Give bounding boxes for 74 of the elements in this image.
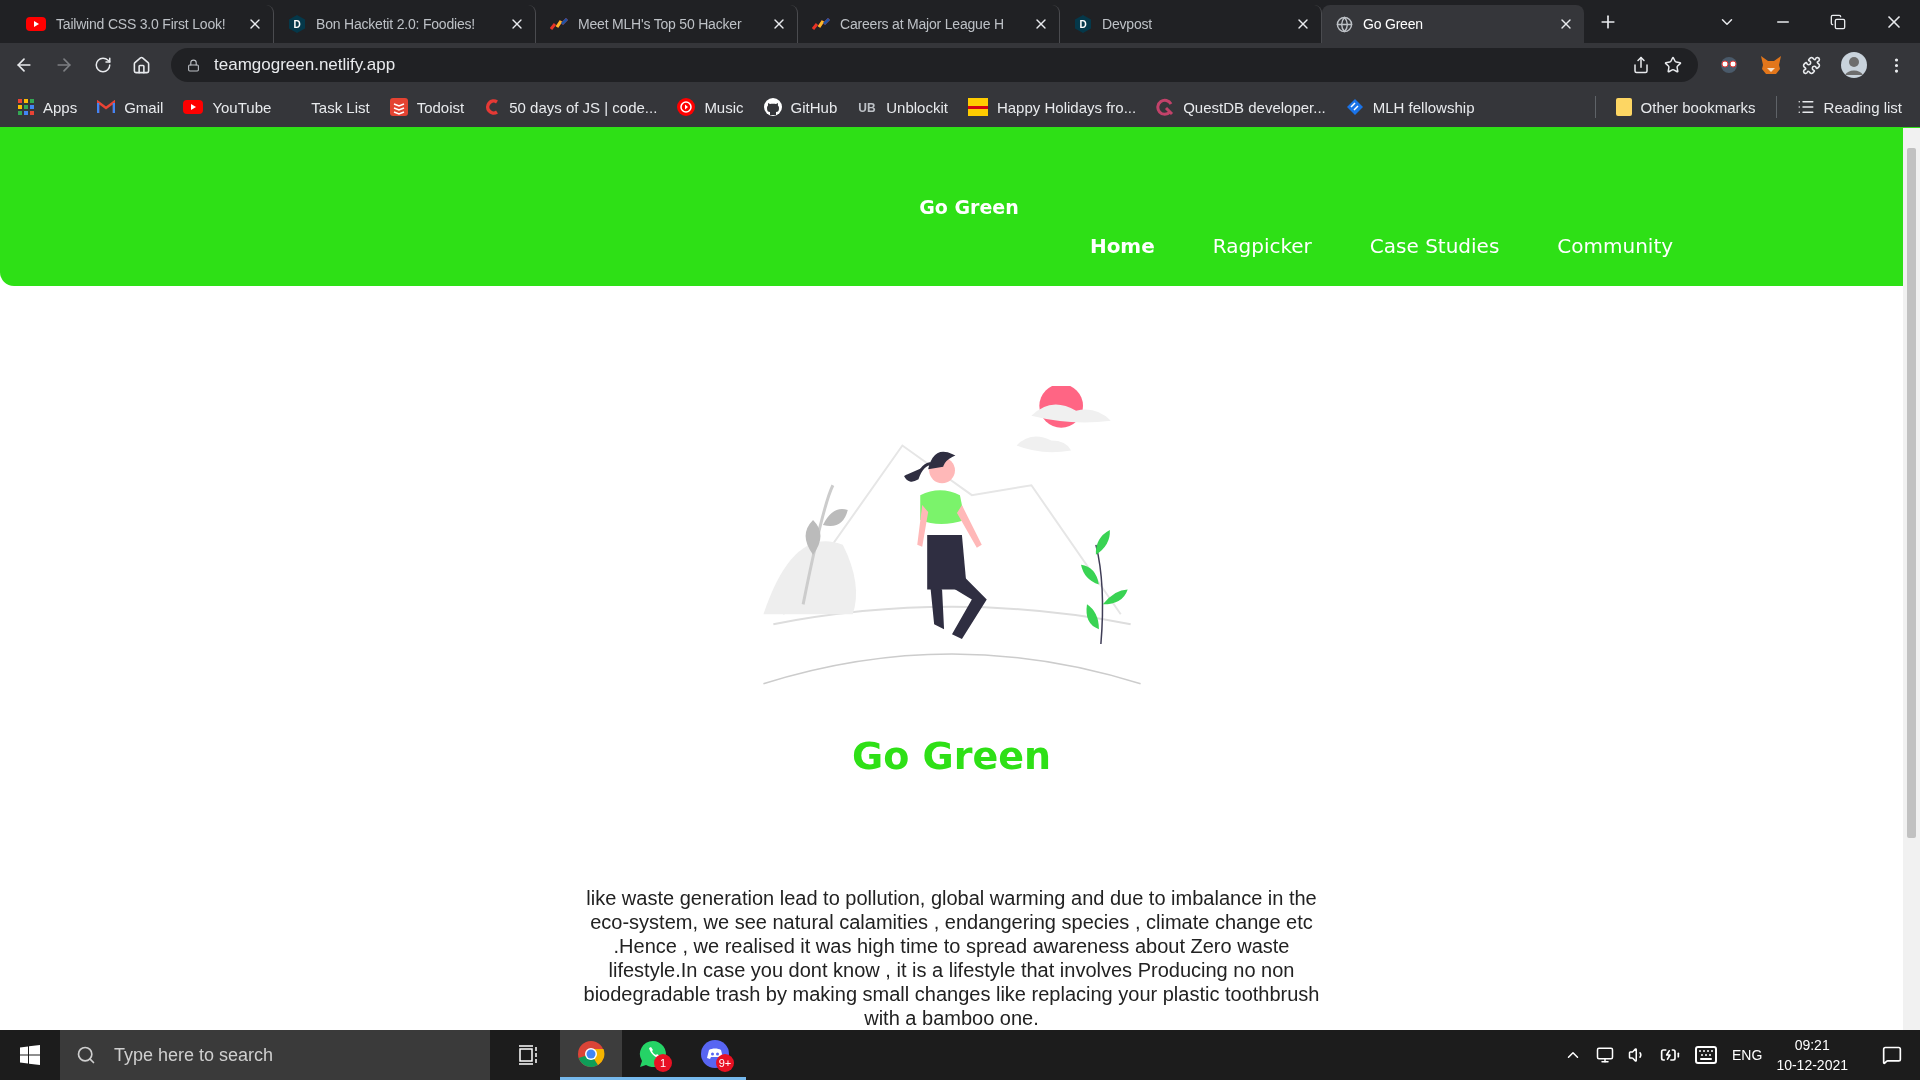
site-brand: Go Green <box>919 196 1019 218</box>
c-shape-icon <box>484 98 501 116</box>
bookmark-link[interactable]: Gmail <box>97 98 164 116</box>
goggles-icon[interactable] <box>1718 56 1740 74</box>
other-bookmarks-link[interactable]: Other bookmarks <box>1615 98 1756 116</box>
grid-icon <box>18 99 34 115</box>
notifications-icon[interactable] <box>1882 1045 1902 1065</box>
taskbar-app[interactable]: 9+ <box>684 1030 746 1080</box>
avatar-icon[interactable] <box>1841 52 1867 78</box>
list-icon <box>1796 98 1815 116</box>
tab-title: Go Green <box>1363 16 1424 32</box>
intro-paragraph: like waste generation lead to pollution, global warming and due to imbalance in the eco-system, we see natural calamities , endangering species , climate change etc .Hence , we realised it was high time to spread awareness about Zero waste lifestyle.In case you dont know , it is a lifestyle that involves Producing no non biodegradable trash by making small changes like replacing your plastic toothbrush with a bamboo one. <box>582 886 1321 1030</box>
q-shape-icon <box>1156 98 1175 116</box>
reload-icon[interactable] <box>94 56 112 74</box>
home-icon[interactable] <box>132 55 151 75</box>
notification-badge: 1 <box>654 1054 672 1072</box>
stripes-logo-icon <box>812 18 830 30</box>
bookmark-link[interactable]: MLH fellowship <box>1345 98 1475 116</box>
tab-title: Bon Hacketit 2.0: Foodies! <box>316 16 476 32</box>
play-icon <box>26 17 46 31</box>
tab-title: Devpost <box>1102 16 1153 32</box>
globe-icon <box>1336 15 1353 33</box>
taskbar-search-field[interactable]: Type here to search <box>60 1030 490 1080</box>
round-browser-icon <box>577 1039 605 1068</box>
scrollbar-thumb[interactable] <box>1907 148 1916 838</box>
diamond-icon <box>1345 98 1364 116</box>
page-heading: Go Green <box>851 734 1052 778</box>
play-icon <box>183 100 204 114</box>
folder-icon <box>1615 98 1632 116</box>
clock[interactable]: 09:21 10-12-2021 <box>1776 1035 1848 1075</box>
task-view-icon <box>518 1045 540 1065</box>
bookmark-link[interactable]: Happy Holidays fro... <box>967 98 1137 116</box>
search-placeholder: Type here to search <box>114 1044 274 1066</box>
search-icon <box>76 1045 96 1065</box>
letter-logo-icon: UB <box>857 100 878 114</box>
tab-title: Careers at Major League H <box>840 16 1005 32</box>
browser-tab[interactable]: Go Green <box>1322 5 1584 43</box>
cat-logo-icon <box>763 98 782 116</box>
taskbar-app[interactable] <box>560 1030 622 1080</box>
notification-badge: 9+ <box>716 1054 734 1072</box>
restore-icon[interactable] <box>1830 13 1846 30</box>
bookmark-link[interactable]: Apps <box>18 98 78 116</box>
puzzle-icon[interactable] <box>1802 55 1821 75</box>
tab-title: Meet MLH's Top 50 Hacker <box>578 16 743 32</box>
play-circle-icon <box>677 98 696 116</box>
letter-logo-icon: D <box>288 15 306 33</box>
stacked-lines-icon <box>389 98 408 116</box>
clock-time: 09:21 <box>1794 1036 1830 1055</box>
address-bar[interactable]: teamgogreen.netlify.app <box>171 48 1698 82</box>
bookmark-link[interactable]: Music <box>677 98 744 116</box>
fox-icon[interactable] <box>1760 55 1782 75</box>
bookmark-link[interactable]: Todoist <box>389 98 465 116</box>
bookmark-link[interactable]: Task List <box>311 98 370 116</box>
url-text: teamgogreen.netlify.app <box>214 55 397 75</box>
letter-logo-icon: D <box>1074 15 1092 33</box>
bookmark-link[interactable]: QuestDB developer... <box>1156 98 1326 116</box>
bookmark-link[interactable]: 50 days of JS | code... <box>484 98 658 116</box>
banner-icon <box>967 98 988 116</box>
reading-list-link[interactable]: Reading list <box>1796 98 1902 116</box>
clock-date: 10-12-2021 <box>1776 1056 1848 1075</box>
stripes-logo-icon <box>550 18 568 30</box>
keyboard-icon[interactable] <box>1694 1043 1719 1067</box>
bookmark-link[interactable]: GitHub <box>763 98 838 116</box>
lock-icon <box>187 58 200 72</box>
tab-title: Tailwind CSS 3.0 First Look! <box>56 16 227 32</box>
star-icon[interactable] <box>1664 56 1682 74</box>
bookmark-link[interactable]: UB Unblockit <box>857 98 948 116</box>
taskbar-app[interactable]: 1 <box>622 1030 684 1080</box>
share-icon[interactable] <box>1632 56 1650 74</box>
language-indicator[interactable]: ENG <box>1732 1047 1763 1063</box>
windows-logo-icon <box>20 1045 40 1065</box>
scrollbar[interactable] <box>1903 128 1920 1030</box>
mail-icon <box>97 100 116 114</box>
bookmark-link[interactable]: YouTube <box>183 98 272 116</box>
